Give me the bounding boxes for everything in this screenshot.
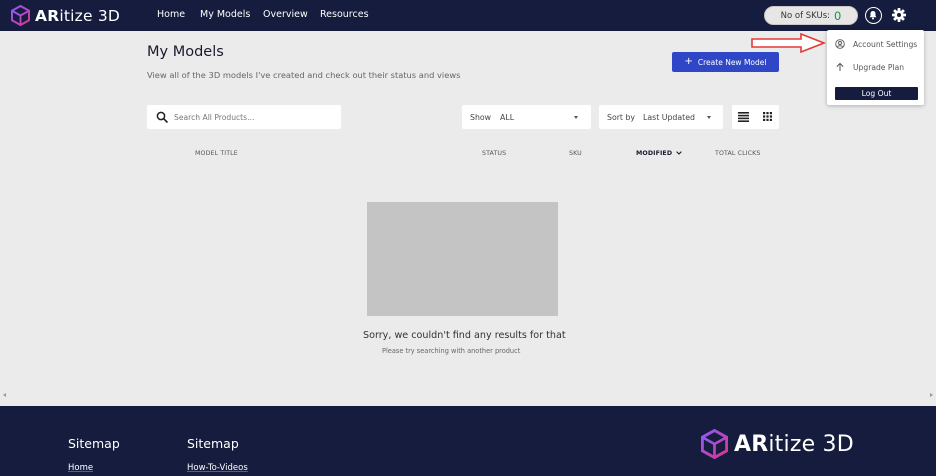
column-header-model-title[interactable]: MODEL TITLE [195, 150, 238, 157]
show-filter-label: Show [470, 112, 492, 122]
user-menu-dropdown: Account Settings Upgrade Plan Log Out [827, 30, 924, 105]
sort-select[interactable]: Sort by Last Updated [599, 105, 723, 129]
empty-state-title: Sorry, we couldn't find any results for … [363, 330, 566, 341]
cube-logo-icon [701, 429, 728, 459]
menu-item-account-settings-label: Account Settings [853, 39, 918, 49]
nav-link-resources[interactable]: Resources [320, 9, 369, 20]
page-title: My Models [147, 44, 224, 60]
show-filter-value: ALL [500, 112, 515, 122]
empty-state-subtitle: Please try searching with another produc… [382, 347, 521, 355]
nav-link-overview[interactable]: Overview [263, 9, 308, 20]
list-view-icon[interactable] [738, 112, 749, 122]
logout-button[interactable]: Log Out [835, 87, 918, 100]
footer-heading-sitemap-2: Sitemap [187, 436, 239, 451]
brand-name: ARitize 3D [35, 6, 121, 25]
sort-label: Sort by [607, 112, 636, 122]
sku-counter: No of SKUs: 0 [764, 6, 858, 25]
page-subtitle: View all of the 3D models I've created a… [147, 70, 461, 80]
column-header-status[interactable]: STATUS [482, 150, 506, 157]
search-box [147, 105, 341, 129]
chevron-down-icon [676, 151, 683, 155]
grid-view-icon[interactable] [763, 112, 772, 121]
sort-value: Last Updated [643, 112, 695, 122]
horizontal-scrollbar[interactable] [0, 390, 936, 401]
menu-item-account-settings[interactable]: Account Settings [835, 38, 917, 50]
menu-item-upgrade-plan-label: Upgrade Plan [853, 62, 905, 72]
sku-count: 0 [834, 8, 842, 23]
gear-icon[interactable] [892, 8, 906, 22]
arrow-up-icon [836, 62, 844, 71]
footer-link-home[interactable]: Home [68, 463, 93, 473]
scroll-left-icon[interactable] [3, 393, 6, 397]
menu-item-upgrade-plan[interactable]: Upgrade Plan [835, 61, 904, 73]
notifications-button[interactable] [865, 7, 882, 24]
bell-icon [869, 11, 877, 20]
column-header-modified-label: MODIFIED [636, 150, 673, 157]
nav-link-my-models[interactable]: My Models [200, 9, 250, 20]
cube-logo-icon [11, 5, 30, 26]
create-new-model-button[interactable]: + Create New Model [672, 52, 779, 72]
column-header-total-clicks[interactable]: TOTAL CLICKS [715, 150, 760, 157]
plus-icon: + [684, 56, 693, 67]
show-filter-select[interactable]: Show ALL [462, 105, 591, 129]
create-new-model-label: Create New Model [697, 57, 767, 67]
red-annotation-arrow-icon [751, 33, 827, 53]
chevron-down-icon [574, 116, 578, 119]
user-circle-icon [835, 39, 845, 49]
search-icon [156, 111, 168, 123]
empty-state-image [367, 202, 558, 316]
footer-brand-name: ARitize 3D [734, 431, 854, 457]
chevron-down-icon [707, 116, 711, 119]
column-header-sku[interactable]: SKU [569, 150, 582, 157]
footer-link-how-to-videos[interactable]: How-To-Videos [187, 463, 248, 473]
column-header-modified[interactable]: MODIFIED [636, 150, 683, 157]
sku-label: No of SKUs: [780, 10, 831, 21]
top-navbar: ARitize 3D Home My Models Overview Resou… [0, 0, 936, 31]
footer-brand-logo[interactable]: ARitize 3D [701, 429, 854, 459]
footer: Sitemap Sitemap Home How-To-Videos ARiti… [0, 406, 936, 476]
footer-heading-sitemap: Sitemap [68, 436, 120, 451]
search-input[interactable] [174, 108, 334, 126]
view-toggle [732, 105, 779, 129]
nav-link-home[interactable]: Home [157, 9, 185, 20]
brand-logo[interactable]: ARitize 3D [11, 5, 120, 26]
scroll-right-icon[interactable] [930, 393, 933, 397]
